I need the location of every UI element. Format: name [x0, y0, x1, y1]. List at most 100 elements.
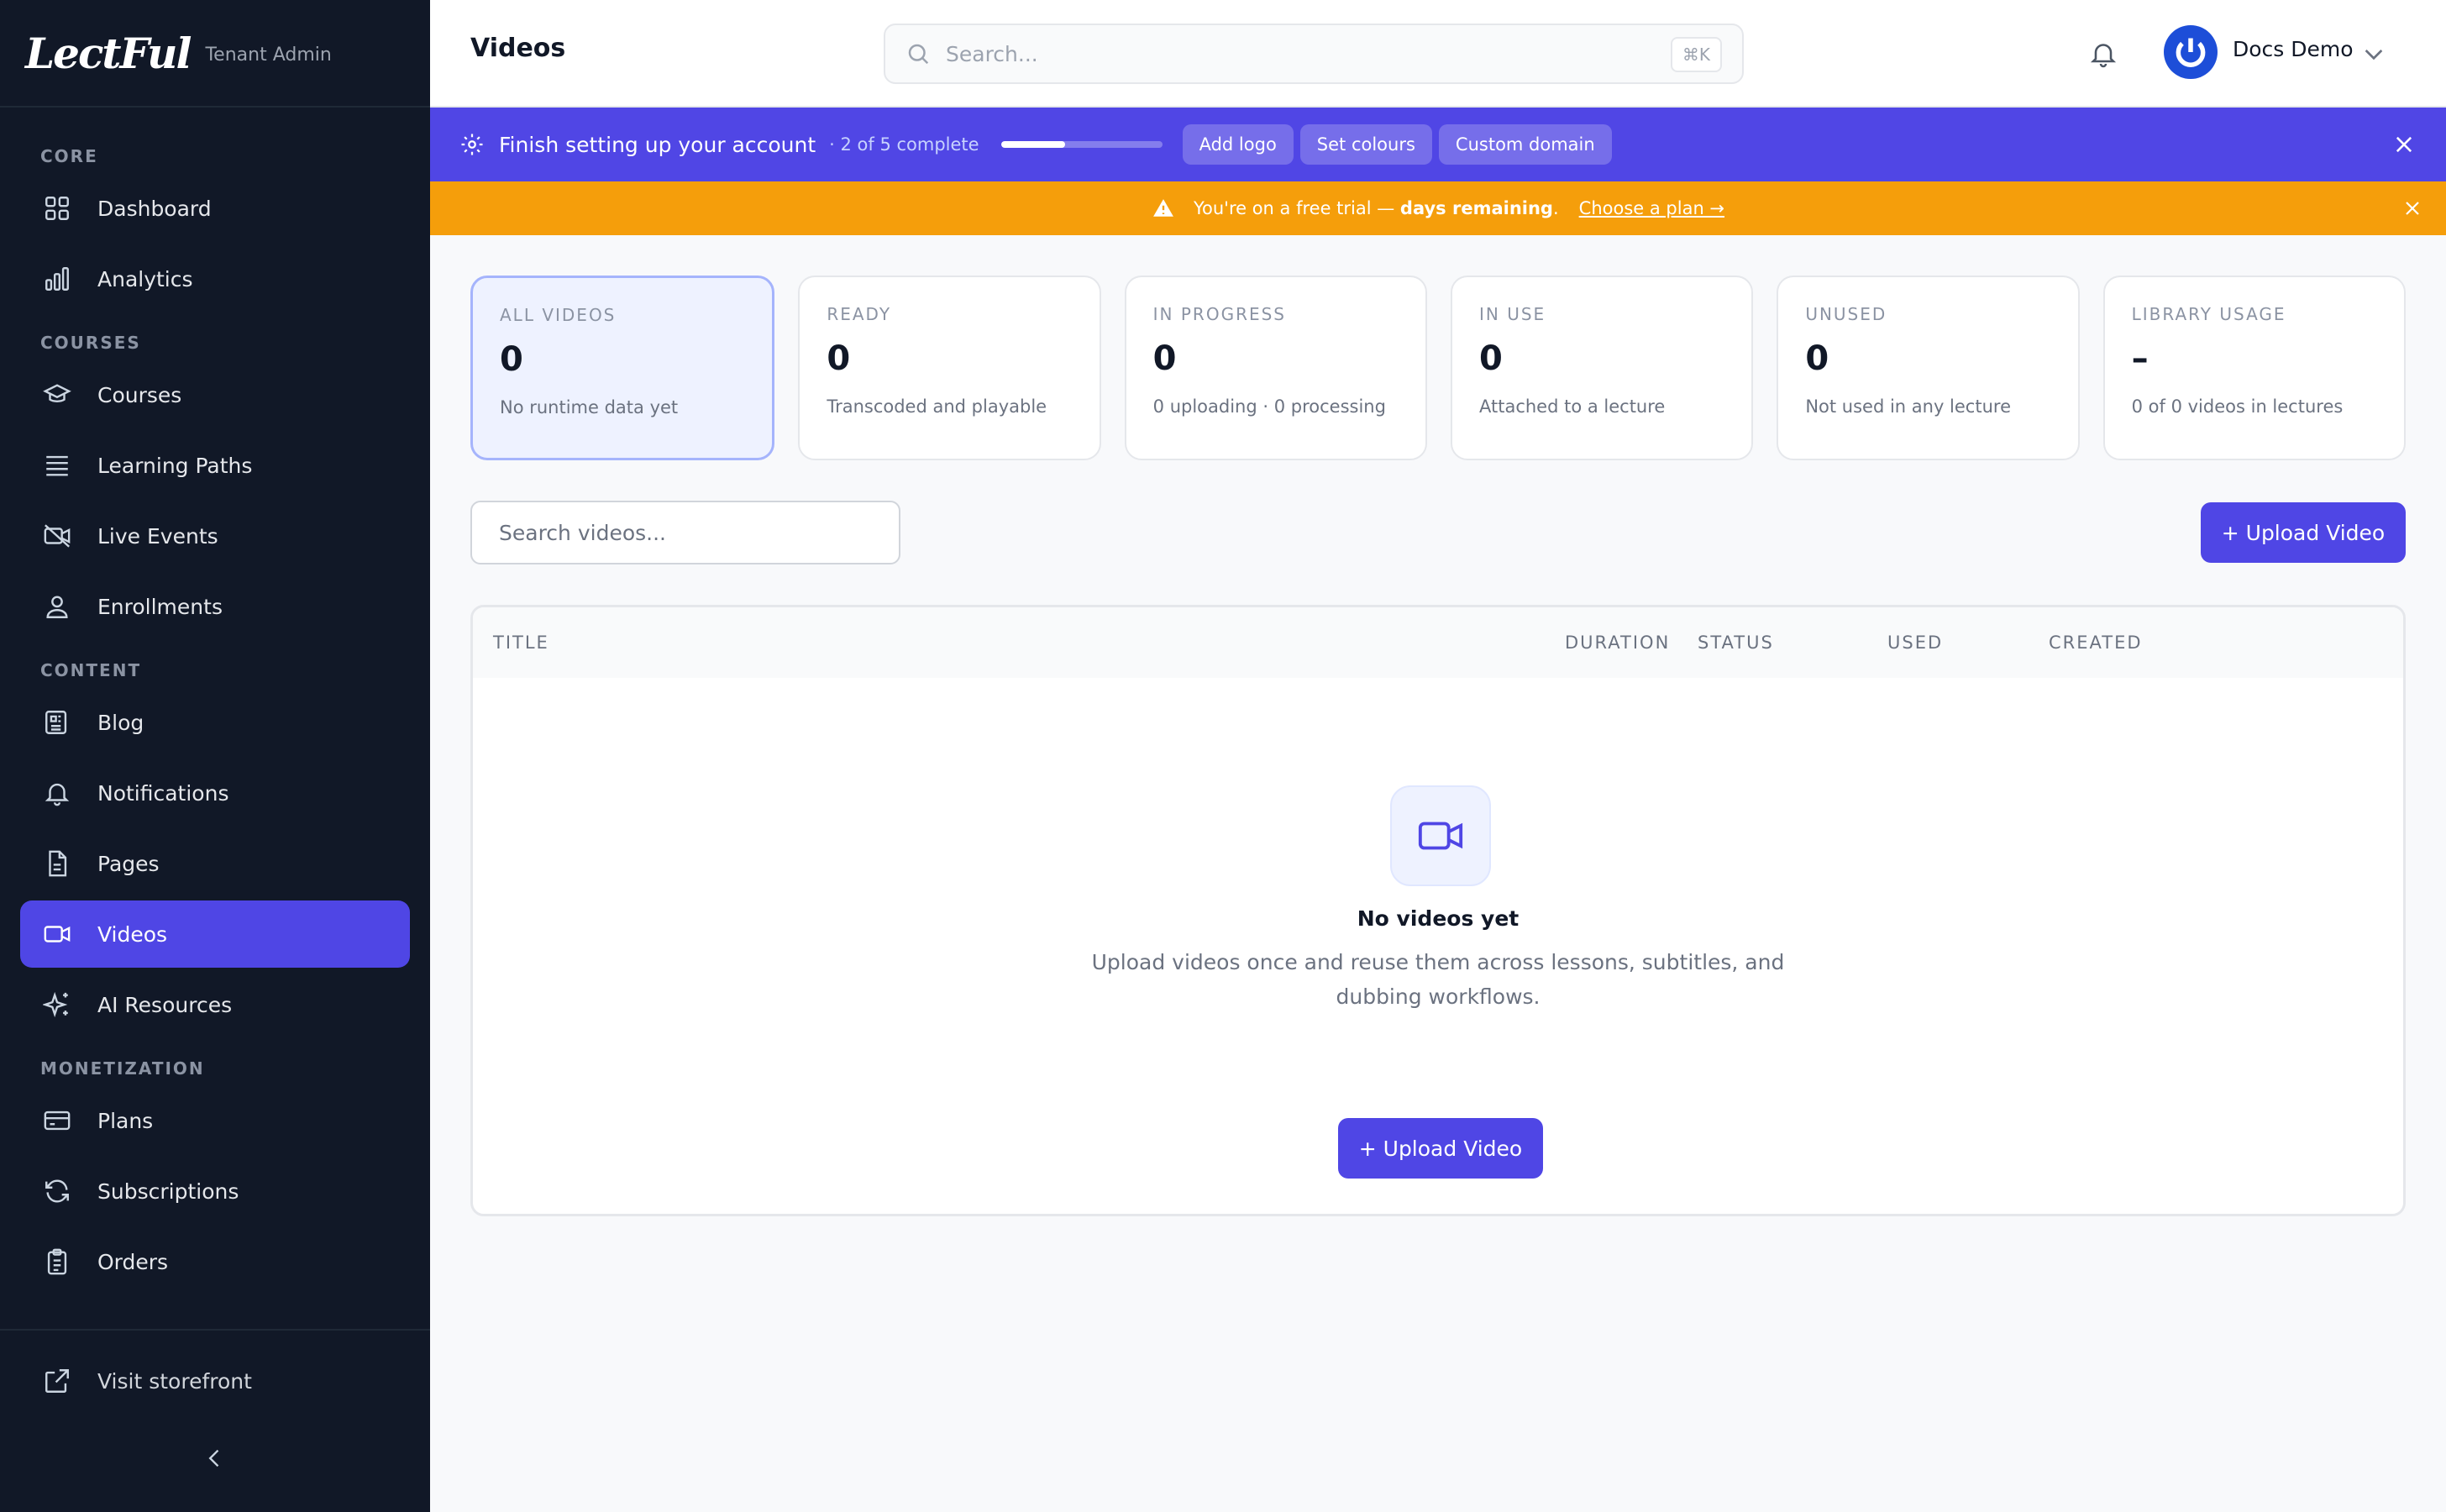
gear-icon: [457, 129, 487, 160]
search-placeholder: Search...: [946, 41, 1038, 66]
sidebar-item-analytics[interactable]: Analytics: [20, 245, 410, 312]
stat-value: 0: [1152, 339, 1177, 378]
stat-value: 0: [1478, 339, 1503, 378]
stat-card-all-videos[interactable]: ALL VIDEOS 0 No runtime data yet: [470, 276, 775, 460]
empty-upload-video-button[interactable]: + Upload Video: [1338, 1118, 1543, 1179]
sidebar-item-label: Pages: [97, 851, 160, 876]
stat-subtext: No runtime data yet: [500, 397, 679, 417]
column-header-used[interactable]: USED: [1887, 633, 1943, 653]
sidebar-item-videos[interactable]: Videos: [20, 900, 410, 968]
empty-state-description: Upload videos once and reuse them across…: [1091, 950, 1785, 1009]
video-icon: [1390, 785, 1491, 886]
stat-value: 0: [500, 340, 523, 379]
search-shortcut-badge: ⌘K: [1670, 37, 1722, 72]
sidebar-item-blog[interactable]: Blog: [20, 689, 410, 756]
stat-card-unused[interactable]: UNUSED 0 Not used in any lecture: [1777, 276, 2080, 460]
stat-card-in-use[interactable]: IN USE 0 Attached to a lecture: [1450, 276, 1754, 460]
video-off-icon: [40, 519, 74, 553]
stat-cards: ALL VIDEOS 0 No runtime data yet READY 0…: [470, 276, 2406, 460]
stat-subtext: Attached to a lecture: [1478, 396, 1666, 417]
dashboard-icon: [40, 192, 74, 225]
chevron-left-icon: [208, 1449, 219, 1467]
section-title-monetization: MONETIZATION: [40, 1058, 205, 1079]
sidebar-item-label: Live Events: [97, 523, 218, 549]
section-title-content: CONTENT: [40, 660, 142, 680]
stat-subtext: Not used in any lecture: [1805, 396, 2011, 417]
sidebar-item-subscriptions[interactable]: Subscriptions: [20, 1158, 410, 1225]
avatar[interactable]: [2164, 25, 2218, 79]
collapse-sidebar-button[interactable]: [198, 1441, 232, 1475]
stat-subtext: 0 of 0 videos in lectures: [2131, 396, 2344, 417]
notifications-button[interactable]: [2083, 34, 2123, 74]
empty-state: No videos yet Upload videos once and reu…: [473, 678, 2403, 1214]
video-search-input[interactable]: Search videos...: [470, 501, 900, 564]
sidebar-item-plans[interactable]: Plans: [20, 1087, 410, 1154]
column-header-title[interactable]: TITLE: [493, 633, 549, 653]
custom-domain-button[interactable]: Custom domain: [1438, 124, 1612, 165]
upload-video-button[interactable]: + Upload Video: [2201, 502, 2406, 563]
sparkles-icon: [40, 988, 74, 1021]
trial-text-end: .: [1552, 198, 1559, 218]
global-search-input[interactable]: Search... ⌘K: [884, 24, 1744, 84]
section-title-core: CORE: [40, 146, 98, 166]
stat-value: 0: [827, 339, 851, 378]
sidebar-item-ai-resources[interactable]: AI Resources: [20, 971, 410, 1038]
sidebar-item-label: Plans: [97, 1108, 154, 1133]
bell-icon: [40, 776, 74, 810]
set-colours-button[interactable]: Set colours: [1299, 124, 1432, 165]
trial-banner: You're on a free trial — days remaining.…: [430, 181, 2446, 235]
sidebar-item-dashboard[interactable]: Dashboard: [20, 175, 410, 242]
setup-progress-text: · 2 of 5 complete: [829, 134, 979, 155]
stat-card-in-progress[interactable]: IN PROGRESS 0 0 uploading · 0 processing: [1124, 276, 1427, 460]
close-setup-banner-button[interactable]: [2389, 129, 2419, 160]
user-name[interactable]: Docs Demo: [2233, 37, 2354, 61]
sidebar-item-label: Videos: [97, 921, 168, 947]
chevron-down-icon[interactable]: [2360, 40, 2387, 67]
sidebar: LectFul Tenant Admin CORE Dashboard Anal…: [0, 0, 430, 1512]
stat-label: UNUSED: [1805, 304, 1887, 324]
sidebar-item-label: Learning Paths: [97, 453, 253, 478]
trial-text: You're on a free trial —: [1193, 198, 1400, 218]
add-logo-button[interactable]: Add logo: [1182, 124, 1294, 165]
stat-subtext: 0 uploading · 0 processing: [1152, 396, 1386, 417]
sidebar-item-live-events[interactable]: Live Events: [20, 502, 410, 570]
visit-storefront-link[interactable]: Visit storefront: [20, 1347, 410, 1415]
close-trial-banner-button[interactable]: [2399, 195, 2426, 222]
stat-value: –: [2131, 339, 2149, 378]
sidebar-item-enrollments[interactable]: Enrollments: [20, 573, 410, 640]
sidebar-item-notifications[interactable]: Notifications: [20, 759, 410, 827]
list-icon: [40, 449, 74, 482]
logo[interactable]: LectFul: [25, 29, 192, 78]
trial-days: days remaining: [1399, 198, 1553, 218]
stat-card-library-usage[interactable]: LIBRARY USAGE – 0 of 0 videos in lecture…: [2102, 276, 2406, 460]
sidebar-item-label: Subscriptions: [97, 1179, 239, 1204]
visit-storefront-label: Visit storefront: [97, 1368, 252, 1394]
graduation-cap-icon: [40, 378, 74, 412]
sidebar-item-learning-paths[interactable]: Learning Paths: [20, 432, 410, 499]
sidebar-item-label: Enrollments: [97, 594, 223, 619]
sidebar-item-label: AI Resources: [97, 992, 233, 1017]
file-icon: [40, 847, 74, 880]
stat-card-ready[interactable]: READY 0 Transcoded and playable: [798, 276, 1101, 460]
column-header-created[interactable]: CREATED: [2049, 633, 2143, 653]
setup-title: Finish setting up your account: [499, 132, 816, 157]
clipboard-icon: [40, 1245, 74, 1278]
brand-subtitle: Tenant Admin: [205, 44, 332, 66]
page-title: Videos: [470, 34, 566, 63]
brand: LectFul Tenant Admin: [0, 0, 430, 108]
column-header-status[interactable]: STATUS: [1698, 633, 1774, 653]
choose-plan-link[interactable]: Choose a plan →: [1579, 198, 1724, 218]
sidebar-item-orders[interactable]: Orders: [20, 1228, 410, 1295]
sidebar-item-courses[interactable]: Courses: [20, 361, 410, 428]
sidebar-item-label: Analytics: [97, 266, 193, 291]
setup-progress-fill: [1000, 141, 1066, 148]
analytics-icon: [40, 262, 74, 296]
sidebar-item-label: Courses: [97, 382, 182, 407]
stat-value: 0: [1805, 339, 1829, 378]
stat-label: READY: [827, 304, 892, 324]
section-title-courses: COURSES: [40, 333, 141, 353]
sidebar-item-label: Notifications: [97, 780, 229, 806]
column-header-duration[interactable]: DURATION: [1565, 633, 1670, 653]
sidebar-item-pages[interactable]: Pages: [20, 830, 410, 897]
sidebar-item-label: Blog: [97, 710, 144, 735]
